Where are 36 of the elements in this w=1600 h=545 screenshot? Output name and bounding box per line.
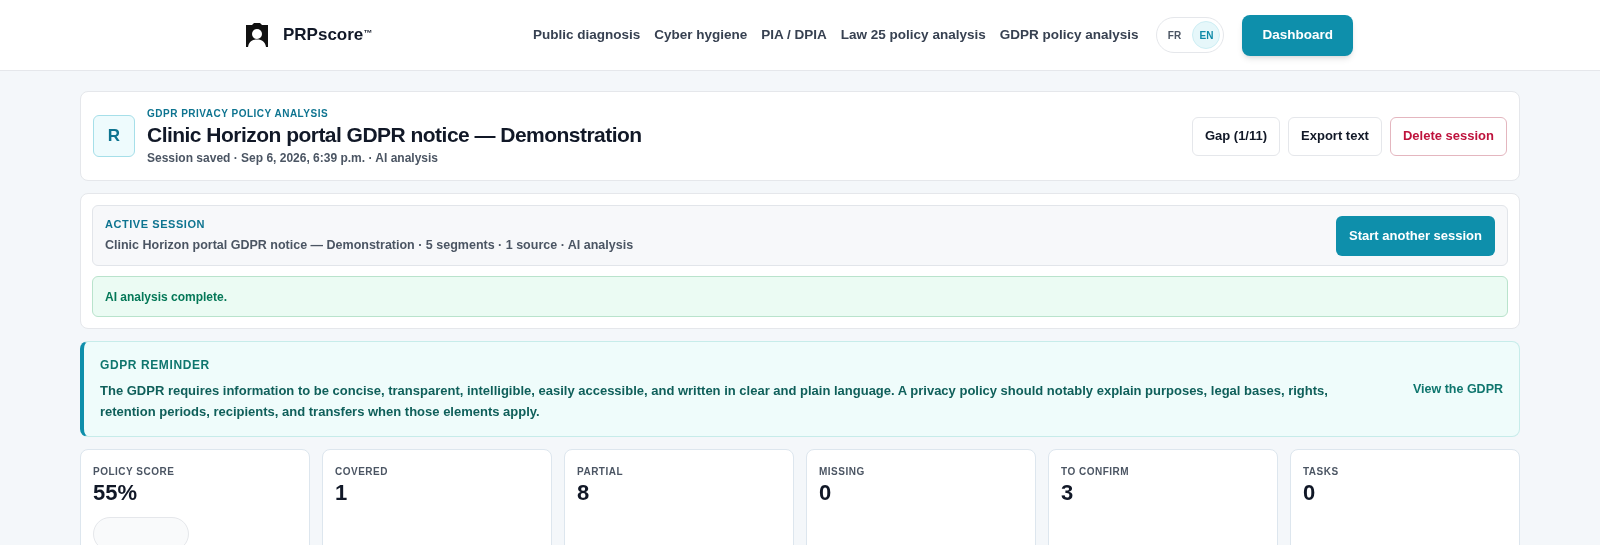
stat-label: MISSING bbox=[819, 465, 866, 479]
session-eyebrow: GDPR PRIVACY POLICY ANALYSIS bbox=[147, 106, 330, 121]
stat-label: TASKS bbox=[1303, 465, 1340, 479]
stat-label: TO CONFIRM bbox=[1061, 465, 1131, 479]
stat-label: POLICY SCORE bbox=[93, 465, 176, 479]
stat-label: PARTIAL bbox=[577, 465, 625, 479]
nav-link[interactable]: Cyber hygiene bbox=[654, 24, 748, 46]
reminder-text: The GDPR requires information to be concise, transparent, intelligible, easily accessible, and written in clear and plain language. A privacy policy should notably explain purposes, legal bases, rights, retention periods, recipients, and transfers when those elements apply. bbox=[100, 382, 1329, 421]
stat-value: 0 bbox=[1303, 479, 1317, 507]
stat-value: 8 bbox=[577, 479, 591, 507]
stat-value: 3 bbox=[1061, 479, 1075, 507]
language-option[interactable]: FR bbox=[1160, 21, 1189, 49]
stat-value: 1 bbox=[335, 479, 349, 507]
reminder-title: GDPR REMINDER bbox=[100, 357, 211, 374]
nav-link[interactable]: PIA / DPIA bbox=[761, 24, 827, 46]
nav-link[interactable]: GDPR policy analysis bbox=[999, 24, 1139, 46]
view-gdpr-link[interactable]: View the GDPR bbox=[1412, 379, 1503, 399]
session-meta: Session saved · Sep 6, 2026, 6:39 p.m. · AI analysis bbox=[147, 149, 440, 167]
brand-name[interactable]: PRPscore$^{™}$ bbox=[283, 22, 373, 48]
action-button[interactable]: Delete session bbox=[1389, 116, 1507, 156]
session-avatar: R bbox=[93, 115, 135, 157]
active-session-eyebrow: ACTIVE SESSION bbox=[105, 217, 206, 233]
start-session-button[interactable]: Start another session bbox=[1336, 215, 1495, 256]
stat-value: 0 bbox=[819, 479, 833, 507]
nav-link[interactable]: Law 25 policy analysis bbox=[840, 24, 986, 46]
action-button[interactable]: Gap (1/11) bbox=[1191, 116, 1281, 156]
status-banner: AI analysis complete. bbox=[92, 276, 1508, 317]
active-session-summary: Clinic Horizon portal GDPR notice — Demonstration · 5 segments · 1 source · AI analysis bbox=[105, 236, 634, 254]
dashboard-button[interactable]: Dashboard bbox=[1242, 14, 1353, 56]
action-button[interactable]: Export text bbox=[1288, 116, 1382, 156]
nav-link[interactable]: Public diagnosis bbox=[533, 24, 641, 46]
session-title: Clinic Horizon portal GDPR notice — Demonstration bbox=[147, 121, 642, 148]
language-option[interactable]: EN bbox=[1192, 21, 1221, 49]
stat-label: COVERED bbox=[335, 465, 389, 479]
user-badge-icon bbox=[243, 21, 271, 49]
stat-value: 55% bbox=[93, 479, 139, 507]
